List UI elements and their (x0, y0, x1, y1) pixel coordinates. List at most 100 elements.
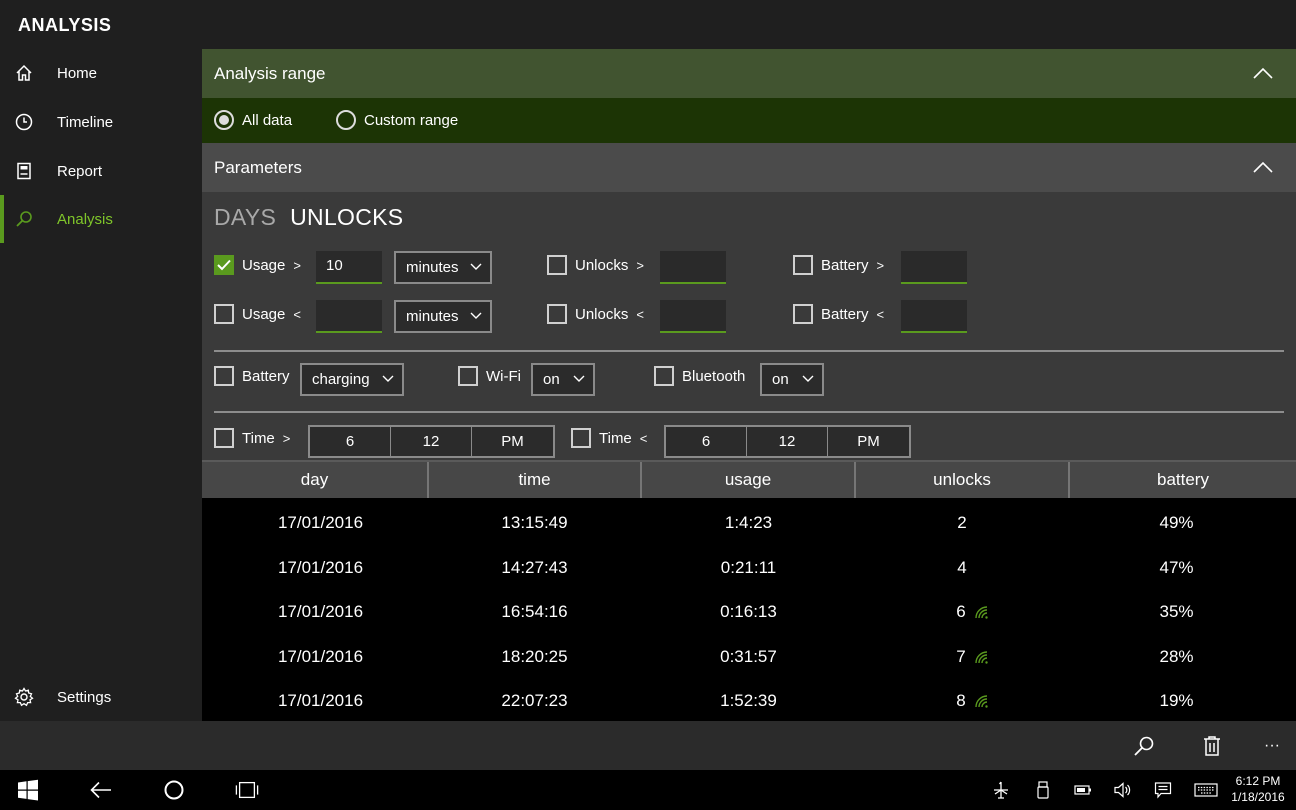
radio-label: Custom range (364, 111, 459, 129)
column-header-time[interactable]: time (429, 462, 642, 498)
wifi-icon (975, 605, 988, 619)
time-gt-picker[interactable]: 6 12 PM (308, 425, 555, 458)
unlocks-lt-input[interactable] (660, 300, 726, 333)
minute-field[interactable]: 12 (747, 427, 828, 456)
usage-lt-checkbox[interactable]: Usage < (214, 304, 301, 324)
usb-icon[interactable] (1033, 781, 1053, 799)
search-icon (14, 209, 34, 229)
usage-lt-unit-dropdown[interactable]: minutes (394, 300, 492, 333)
wifi-icon (975, 694, 988, 708)
unlocks-value: 8 (956, 690, 966, 710)
table-row[interactable]: 17/01/2016 13:15:49 1:4:23 2 49% (202, 500, 1296, 545)
sidebar-item-label: Settings (57, 688, 112, 706)
ampm-field[interactable]: PM (472, 427, 553, 456)
usage-gt-checkbox[interactable]: Usage > (214, 255, 301, 275)
column-header-unlocks[interactable]: unlocks (856, 462, 1070, 498)
radio-all-data[interactable]: All data (214, 110, 292, 130)
parameters-header[interactable]: Parameters (202, 143, 1296, 192)
minute-field[interactable]: 12 (391, 427, 472, 456)
table-row[interactable]: 17/01/2016 14:27:43 0:21:11 4 47% (202, 545, 1296, 590)
wifi-dropdown[interactable]: on (531, 363, 595, 396)
battery-lt-checkbox[interactable]: Battery < (793, 304, 884, 324)
column-header-usage[interactable]: usage (642, 462, 856, 498)
battery-icon[interactable] (1073, 781, 1093, 799)
radio-circle (214, 110, 234, 130)
cortana-icon[interactable] (162, 778, 186, 802)
operator-label: < (639, 430, 648, 446)
checkbox-box (214, 304, 234, 324)
action-center-icon[interactable] (1153, 781, 1173, 799)
sidebar: Home Timeline Report Analysis Settings (0, 49, 202, 721)
sidebar-item-analysis[interactable]: Analysis (0, 195, 202, 243)
cell-usage: 0:21:11 (720, 557, 777, 577)
unlocks-gt-checkbox[interactable]: Unlocks > (547, 255, 644, 275)
back-icon[interactable] (89, 778, 113, 802)
dropdown-value: on (543, 371, 560, 388)
sidebar-item-settings[interactable]: Settings (0, 673, 202, 721)
chevron-down-icon (573, 375, 585, 382)
operator-label: > (876, 257, 885, 273)
cell-time: 18:20:25 (501, 646, 568, 666)
more-icon[interactable]: ··· (1260, 734, 1284, 758)
hour-field[interactable]: 6 (666, 427, 747, 456)
radio-circle (336, 110, 356, 130)
battery-lt-input[interactable] (901, 300, 967, 333)
battery-gt-input[interactable] (901, 251, 967, 284)
ampm-field[interactable]: PM (828, 427, 909, 456)
column-header-battery[interactable]: battery (1070, 462, 1296, 498)
volume-icon[interactable] (1113, 781, 1133, 799)
checkbox-label: Unlocks (575, 256, 629, 274)
battery-state-dropdown[interactable]: charging (300, 363, 404, 396)
task-view-icon[interactable] (235, 778, 259, 802)
main-panel: Analysis range All data Custom range Par… (202, 49, 1296, 721)
usage-lt-input[interactable] (316, 300, 382, 333)
taskbar: 6:12 PM 1/18/2016 (0, 770, 1296, 810)
taskbar-clock[interactable]: 6:12 PM 1/18/2016 (1228, 773, 1288, 805)
sidebar-item-timeline[interactable]: Timeline (0, 98, 202, 146)
unlocks-gt-input[interactable] (660, 251, 726, 284)
bluetooth-checkbox[interactable]: Bluetooth (654, 366, 745, 386)
battery-state-checkbox[interactable]: Battery (214, 366, 290, 386)
search-icon[interactable] (1132, 734, 1156, 758)
bluetooth-dropdown[interactable]: on (760, 363, 824, 396)
chevron-up-icon[interactable] (1252, 63, 1274, 83)
sidebar-item-report[interactable]: Report (0, 147, 202, 195)
cell-usage: 0:16:13 (720, 601, 777, 621)
chevron-up-icon[interactable] (1252, 157, 1274, 177)
cell-time: 16:54:16 (501, 601, 568, 621)
unlocks-lt-checkbox[interactable]: Unlocks < (547, 304, 644, 324)
cell-battery: 47% (1159, 557, 1194, 577)
sidebar-item-home[interactable]: Home (0, 49, 202, 97)
column-header-day[interactable]: day (202, 462, 429, 498)
checkbox-box (547, 304, 567, 324)
section-title: Analysis range (214, 63, 326, 83)
dropdown-value: charging (312, 371, 370, 388)
dropdown-value: minutes (406, 259, 459, 276)
checkbox-box (214, 255, 234, 275)
cell-usage: 1:52:39 (720, 690, 777, 710)
table-row[interactable]: 17/01/2016 22:07:23 1:52:39 8 19% (202, 678, 1296, 721)
cell-time: 22:07:23 (501, 690, 568, 710)
wifi-checkbox[interactable]: Wi-Fi (458, 366, 521, 386)
table-row[interactable]: 17/01/2016 16:54:16 0:16:13 6 35% (202, 589, 1296, 634)
analysis-range-header[interactable]: Analysis range (202, 49, 1296, 98)
usage-gt-input[interactable]: 10 (316, 251, 382, 284)
sidebar-item-label: Report (57, 162, 103, 180)
delete-icon[interactable] (1200, 734, 1224, 758)
time-lt-picker[interactable]: 6 12 PM (664, 425, 911, 458)
battery-gt-checkbox[interactable]: Battery > (793, 255, 884, 275)
cell-battery: 35% (1159, 601, 1194, 621)
tab-unlocks[interactable]: UNLOCKS (290, 204, 403, 234)
airplane-mode-icon[interactable] (991, 781, 1011, 799)
table-row[interactable]: 17/01/2016 18:20:25 0:31:57 7 28% (202, 634, 1296, 679)
time-lt-checkbox[interactable]: Time < (571, 428, 647, 448)
time-gt-checkbox[interactable]: Time > (214, 428, 290, 448)
cell-battery: 19% (1159, 690, 1194, 710)
keyboard-icon[interactable] (1193, 781, 1219, 799)
tab-days[interactable]: DAYS (214, 204, 276, 234)
usage-gt-unit-dropdown[interactable]: minutes (394, 251, 492, 284)
hour-field[interactable]: 6 (310, 427, 391, 456)
radio-custom-range[interactable]: Custom range (336, 110, 458, 130)
checkbox-box (547, 255, 567, 275)
windows-start-icon[interactable] (16, 778, 40, 802)
